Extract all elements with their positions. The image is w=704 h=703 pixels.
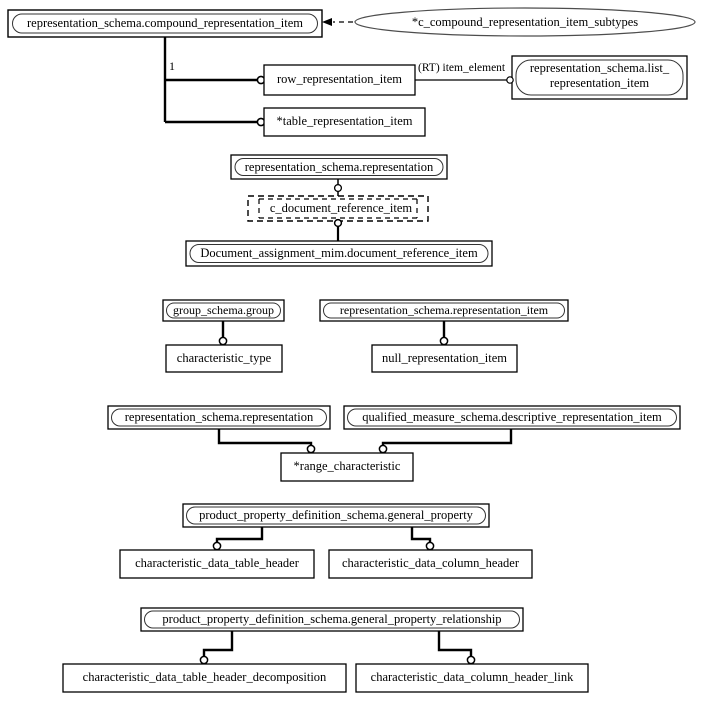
node-row-representation-item[interactable]: [263, 64, 416, 96]
node-document-assignment-mim-document-reference-item[interactable]: [185, 240, 493, 267]
edge-row-to-list-item-element: [415, 76, 514, 84]
edge-subtypes-to-compound: [322, 18, 353, 26]
node-table-representation-item[interactable]: [263, 107, 426, 137]
edge-label-cardinality-one: 1: [169, 59, 175, 73]
edge-group-to-characteristic-type: [218, 321, 228, 346]
edge-descriptive-to-range-characteristic: [378, 429, 513, 454]
node-group-schema-group[interactable]: [162, 299, 285, 322]
node-c-document-reference-item[interactable]: [247, 195, 429, 222]
node-characteristic-data-table-header[interactable]: [119, 549, 315, 579]
edge-compound-subtype-tree: [163, 37, 266, 127]
edge-representation-to-range-characteristic: [217, 429, 316, 454]
node-range-characteristic[interactable]: [280, 452, 414, 482]
node-qualified-measure-schema-descriptive-representation-item[interactable]: [343, 405, 681, 430]
node-characteristic-data-column-header-link[interactable]: [355, 663, 589, 693]
edge-general-property-to-table-header: [212, 527, 264, 551]
node-general-property[interactable]: [182, 503, 490, 528]
edge-label-item-element: (RT) item_element: [418, 62, 506, 74]
edge-document-reference-item-to-mim: [333, 218, 343, 241]
node-characteristic-type[interactable]: [165, 344, 283, 373]
edge-representation-item-to-null-representation-item: [439, 321, 449, 346]
node-compound-representation-item[interactable]: [7, 9, 323, 38]
express-g-diagram: representation_schema.compound_represent…: [0, 0, 704, 703]
node-null-representation-item[interactable]: [371, 344, 518, 373]
edge-relationship-to-table-header-decomposition: [199, 631, 234, 665]
node-characteristic-data-table-header-decomposition[interactable]: [62, 663, 347, 693]
node-c-compound-representation-item-subtypes[interactable]: [354, 7, 696, 37]
edge-representation-to-document-reference-item: [333, 179, 343, 196]
edge-general-property-to-column-header: [410, 527, 435, 551]
node-representation-schema-representation-top[interactable]: [230, 154, 448, 180]
node-characteristic-data-column-header[interactable]: [328, 549, 533, 579]
diagram-graphics-layer: [7, 7, 696, 693]
node-general-property-relationship[interactable]: [140, 607, 524, 632]
node-representation-schema-representation-item[interactable]: [319, 299, 569, 322]
edge-relationship-to-column-header-link: [437, 631, 476, 665]
node-list-representation-item[interactable]: [511, 55, 688, 100]
node-representation-schema-representation-mid[interactable]: [107, 405, 331, 430]
